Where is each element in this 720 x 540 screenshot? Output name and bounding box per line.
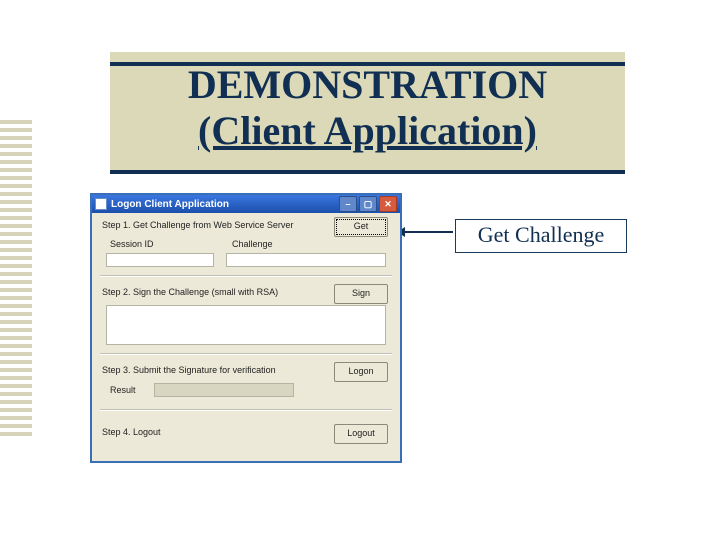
get-button[interactable]: Get (334, 217, 388, 237)
signature-field[interactable] (106, 305, 386, 345)
session-id-label: Session ID (110, 239, 154, 249)
minimize-button[interactable]: – (339, 196, 357, 212)
logon-client-window: Logon Client Application – ▢ ✕ Step 1. G… (90, 193, 402, 463)
step3-label: Step 3. Submit the Signature for verific… (102, 365, 276, 375)
title-line1: DEMONSTRATION (188, 62, 547, 107)
result-field (154, 383, 294, 397)
maximize-button[interactable]: ▢ (359, 196, 377, 212)
challenge-field[interactable] (226, 253, 386, 267)
app-icon (95, 198, 107, 210)
step1-label: Step 1. Get Challenge from Web Service S… (102, 220, 293, 230)
ruled-decoration (0, 120, 32, 440)
step4-label: Step 4. Logout (102, 427, 161, 437)
callout-arrow (398, 231, 453, 233)
title-line2: (Client Application) (198, 108, 537, 153)
window-title: Logon Client Application (111, 199, 229, 210)
sign-button[interactable]: Sign (334, 284, 388, 304)
window-titlebar[interactable]: Logon Client Application – ▢ ✕ (92, 195, 400, 213)
slide-title: DEMONSTRATION (Client Application) (110, 58, 625, 182)
session-id-field[interactable] (106, 253, 214, 267)
challenge-label: Challenge (232, 239, 273, 249)
step2-label: Step 2. Sign the Challenge (small with R… (102, 287, 278, 297)
callout-get-challenge: Get Challenge (455, 219, 627, 253)
logon-button[interactable]: Logon (334, 362, 388, 382)
close-button[interactable]: ✕ (379, 196, 397, 212)
result-label: Result (110, 385, 136, 395)
logout-button[interactable]: Logout (334, 424, 388, 444)
